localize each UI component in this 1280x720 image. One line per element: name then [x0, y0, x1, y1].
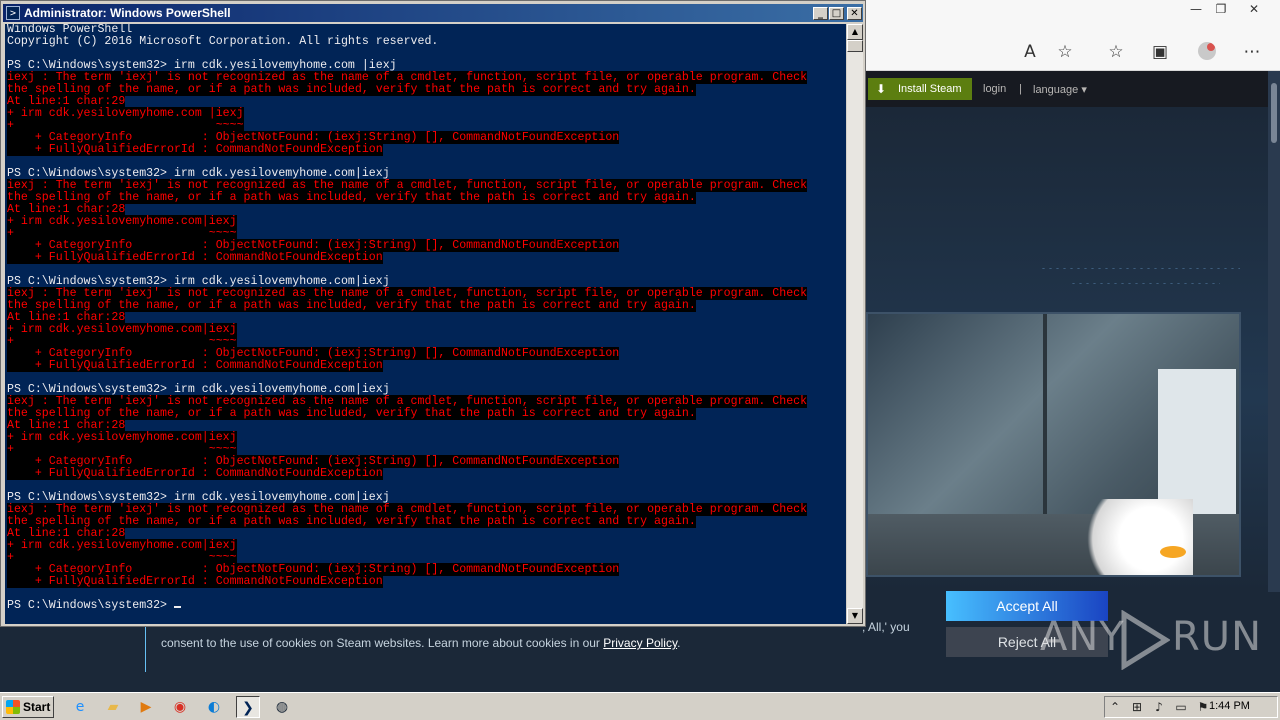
- windows-logo-icon: [6, 700, 20, 714]
- powershell-icon[interactable]: ❯: [236, 696, 260, 718]
- console-error-line: the spelling of the name, or if a path w…: [7, 515, 807, 528]
- console-lines: Windows PowerShell Copyright (C) 2016 Mic…: [7, 24, 808, 612]
- console-scrollbar[interactable]: ▲ ▼: [847, 24, 863, 624]
- console-error-line: + FullyQualifiedErrorId : CommandNotFoun…: [7, 467, 807, 480]
- privacy-policy-link[interactable]: Privacy Policy: [603, 636, 677, 650]
- clock[interactable]: 1:44 PM: [1209, 700, 1250, 712]
- window-title: Administrator: Windows PowerShell: [24, 6, 231, 20]
- console-error-line: + FullyQualifiedErrorId : CommandNotFoun…: [7, 575, 807, 588]
- console-line-text: Copyright (C) 2016 Microsoft Corporation…: [7, 35, 439, 48]
- scene-portal-gun: [1053, 499, 1193, 575]
- header-separator: |: [1019, 83, 1022, 95]
- minimize-button[interactable]: _: [813, 7, 828, 20]
- start-button[interactable]: Start: [2, 696, 54, 718]
- steam-icon[interactable]: ◍: [270, 696, 294, 718]
- profile-avatar[interactable]: [1198, 42, 1216, 60]
- browser-scrollbar[interactable]: [1268, 71, 1280, 592]
- maximize-button[interactable]: □: [829, 7, 844, 20]
- collections-icon[interactable]: ▣: [1148, 40, 1172, 64]
- install-steam-label: Install Steam: [898, 83, 962, 95]
- internet-explorer-icon[interactable]: e: [68, 696, 92, 718]
- download-icon: ⬇: [876, 82, 887, 96]
- taskbar: Start e ▰ ▶ ◉ ◐ ❯ ◍ ⌃ ⊞ ♪ ▭ ⚑ 1:44 PM: [0, 692, 1280, 720]
- volume-icon[interactable]: ♪: [1151, 699, 1167, 715]
- cookie-text: consent to the use of cookies on Steam w…: [161, 636, 680, 650]
- start-label: Start: [23, 700, 51, 714]
- scene-light-panel: [1158, 369, 1236, 519]
- console-error-line: the spelling of the name, or if a path w…: [7, 407, 807, 420]
- cookie-text-line: consent to the use of cookies on Steam w…: [161, 636, 604, 650]
- scroll-down-arrow[interactable]: ▼: [847, 608, 863, 624]
- browser-restore-button[interactable]: ❐: [1208, 1, 1234, 17]
- featured-game-image[interactable]: [866, 312, 1241, 577]
- console-line-text: + FullyQualifiedErrorId : CommandNotFoun…: [7, 251, 383, 264]
- cookie-text-fragment: , All,' you: [862, 620, 910, 634]
- console-error-line: the spelling of the name, or if a path w…: [7, 299, 807, 312]
- console-error-line: + FullyQualifiedErrorId : CommandNotFoun…: [7, 251, 807, 264]
- powershell-title-bar[interactable]: > Administrator: Windows PowerShell _ □ …: [3, 4, 863, 22]
- scroll-up-arrow[interactable]: ▲: [847, 24, 863, 40]
- file-explorer-icon[interactable]: ▰: [101, 696, 125, 718]
- anyrun-watermark: ANY RUN: [1040, 608, 1261, 672]
- play-triangle-icon: [1121, 610, 1170, 670]
- system-tray: ⌃ ⊞ ♪ ▭ ⚑: [1104, 696, 1278, 718]
- console-output[interactable]: Windows PowerShell Copyright (C) 2016 Mic…: [5, 24, 846, 624]
- watermark-left: ANY: [1040, 614, 1125, 660]
- decorative-dots: [1040, 267, 1240, 270]
- powershell-window: > Administrator: Windows PowerShell _ □ …: [0, 0, 866, 627]
- console-error-line: + FullyQualifiedErrorId : CommandNotFoun…: [7, 143, 807, 156]
- console-prompt-line: PS C:\Windows\system32>: [7, 600, 807, 612]
- console-line-text: + FullyQualifiedErrorId : CommandNotFoun…: [7, 143, 383, 156]
- login-link[interactable]: login: [983, 83, 1006, 95]
- text-cursor: [173, 606, 181, 608]
- display-icon[interactable]: ▭: [1173, 699, 1189, 715]
- tray-expand-icon[interactable]: ⌃: [1107, 699, 1123, 715]
- decorative-dots: [1070, 282, 1220, 285]
- cookie-text-end: .: [677, 636, 681, 650]
- watermark-right: RUN: [1172, 614, 1262, 660]
- console-line-text: + FullyQualifiedErrorId : CommandNotFoun…: [7, 575, 383, 588]
- console-error-line: the spelling of the name, or if a path w…: [7, 83, 807, 96]
- scene-glow: [1160, 546, 1186, 558]
- browser-close-button[interactable]: ✕: [1241, 1, 1267, 17]
- close-button[interactable]: ✕: [847, 7, 862, 20]
- console-line-text: PS C:\Windows\system32>: [7, 599, 174, 612]
- more-options-icon[interactable]: ⋯: [1240, 40, 1264, 64]
- edge-icon[interactable]: ◐: [202, 696, 226, 718]
- console-error-line: + FullyQualifiedErrorId : CommandNotFoun…: [7, 359, 807, 372]
- console-line-text: + FullyQualifiedErrorId : CommandNotFoun…: [7, 359, 383, 372]
- console-error-line: the spelling of the name, or if a path w…: [7, 191, 807, 204]
- chrome-icon[interactable]: ◉: [168, 696, 192, 718]
- powershell-icon: >: [6, 6, 20, 20]
- console-line-text: + FullyQualifiedErrorId : CommandNotFoun…: [7, 467, 383, 480]
- network-icon[interactable]: ⊞: [1129, 699, 1145, 715]
- read-aloud-icon[interactable]: A: [1018, 40, 1042, 64]
- install-steam-button[interactable]: ⬇ Install Steam: [868, 78, 972, 100]
- media-player-icon[interactable]: ▶: [134, 696, 158, 718]
- console-line: Copyright (C) 2016 Microsoft Corporation…: [7, 36, 807, 48]
- scroll-thumb[interactable]: [847, 40, 863, 52]
- add-favorite-icon[interactable]: ☆: [1053, 40, 1077, 64]
- browser-minimize-button[interactable]: —: [1183, 1, 1209, 17]
- favorites-icon[interactable]: ☆: [1104, 40, 1128, 64]
- language-dropdown[interactable]: language ▾: [1033, 83, 1087, 96]
